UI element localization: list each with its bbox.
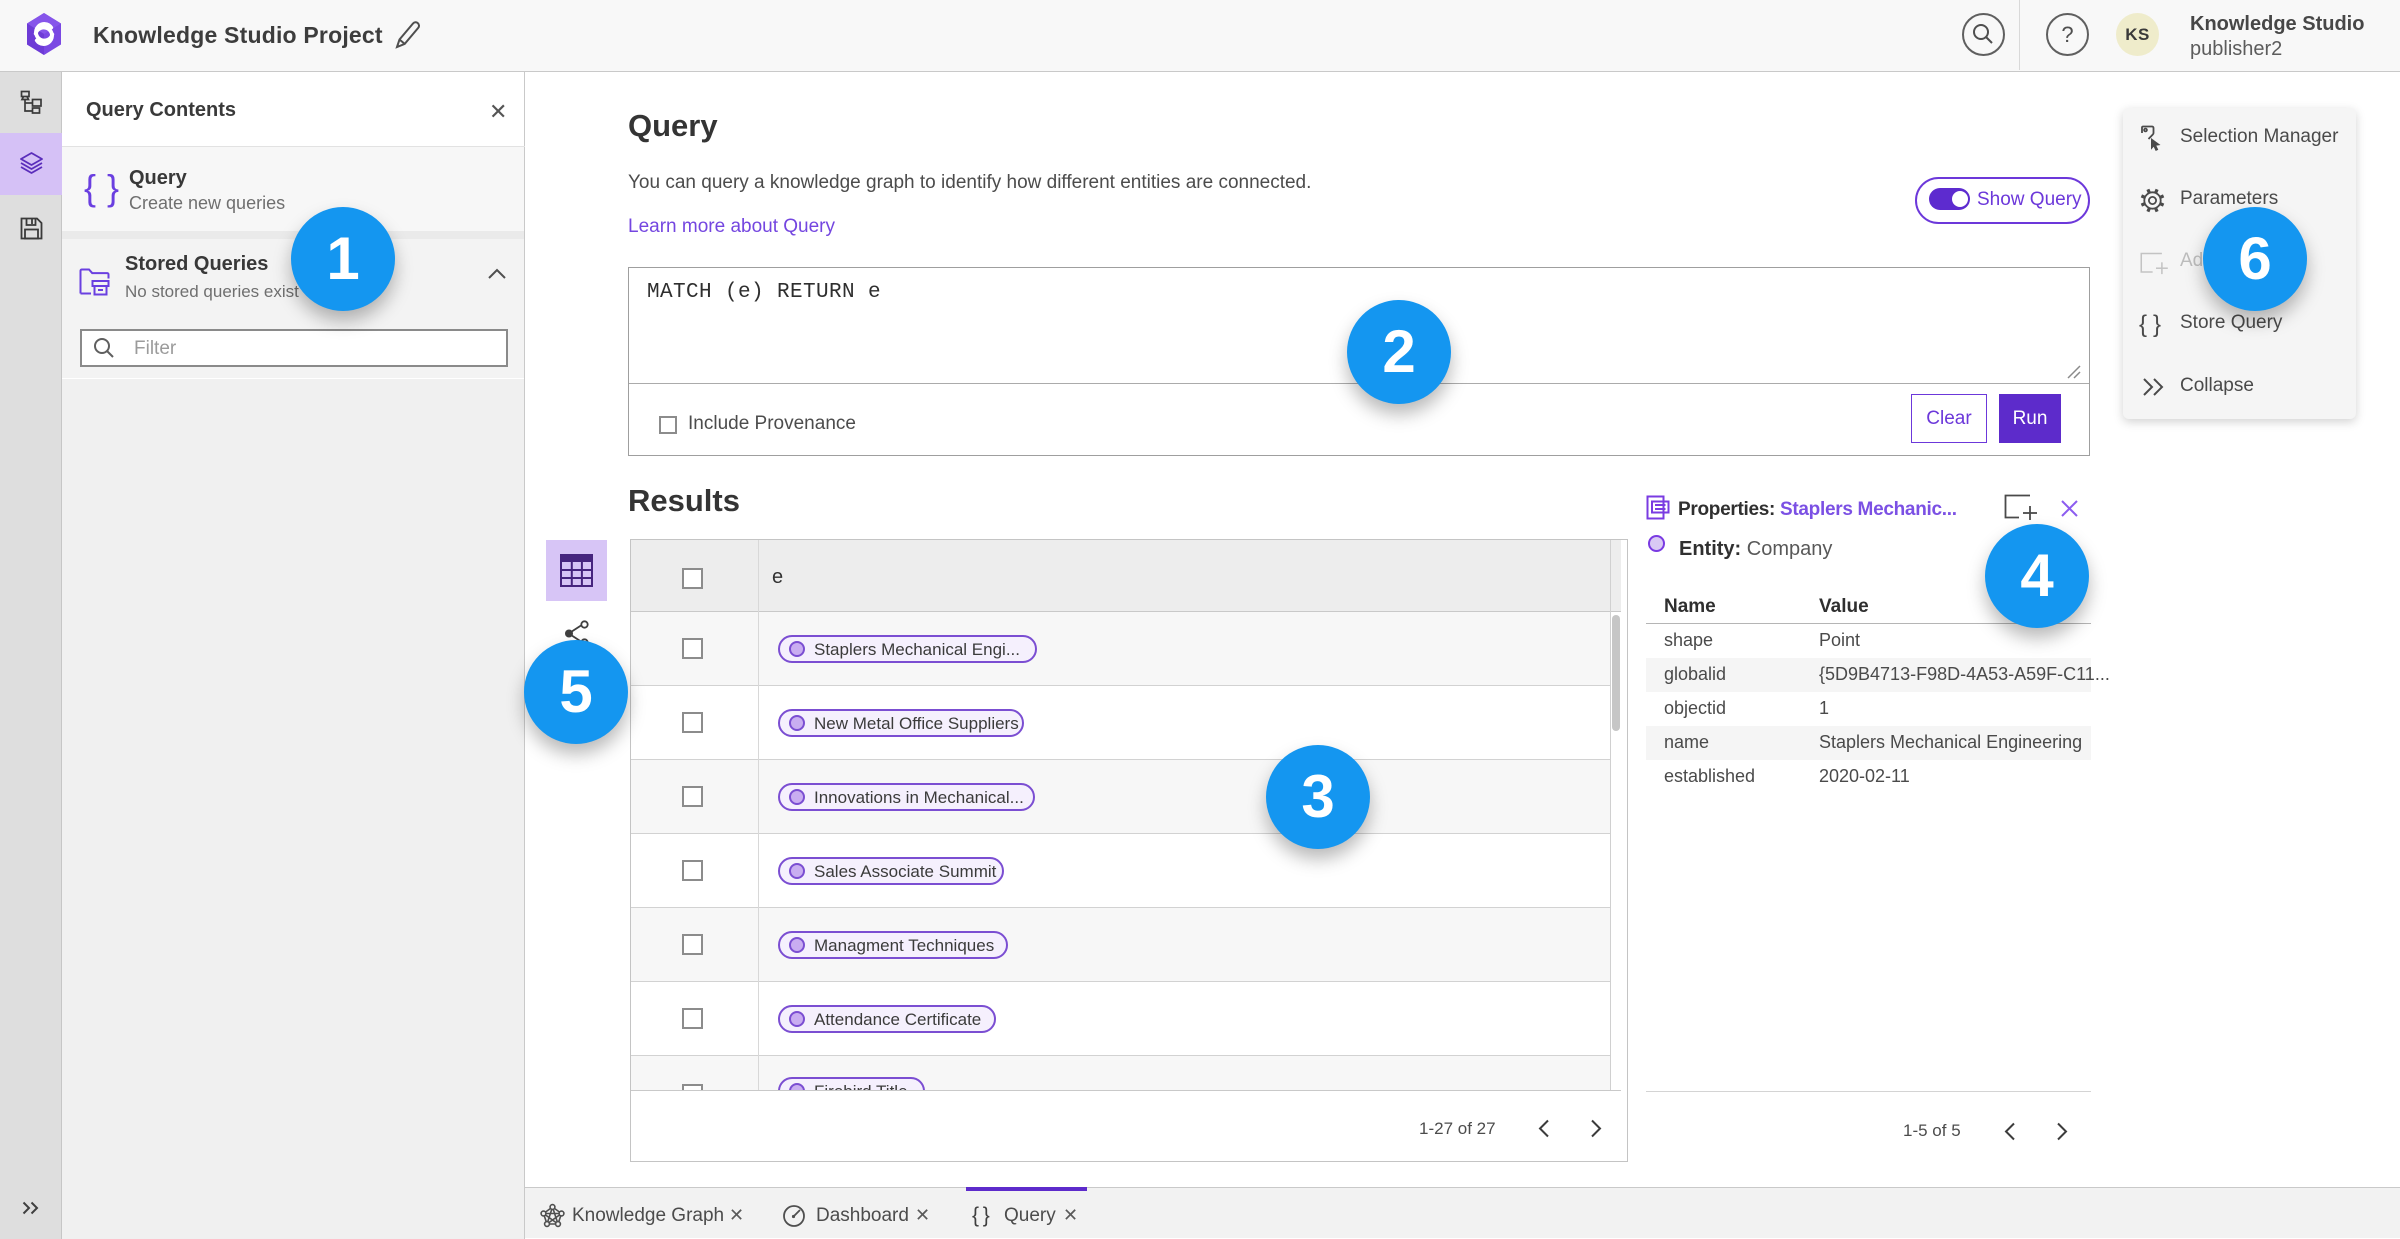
svg-text:?: ? xyxy=(2061,22,2073,47)
